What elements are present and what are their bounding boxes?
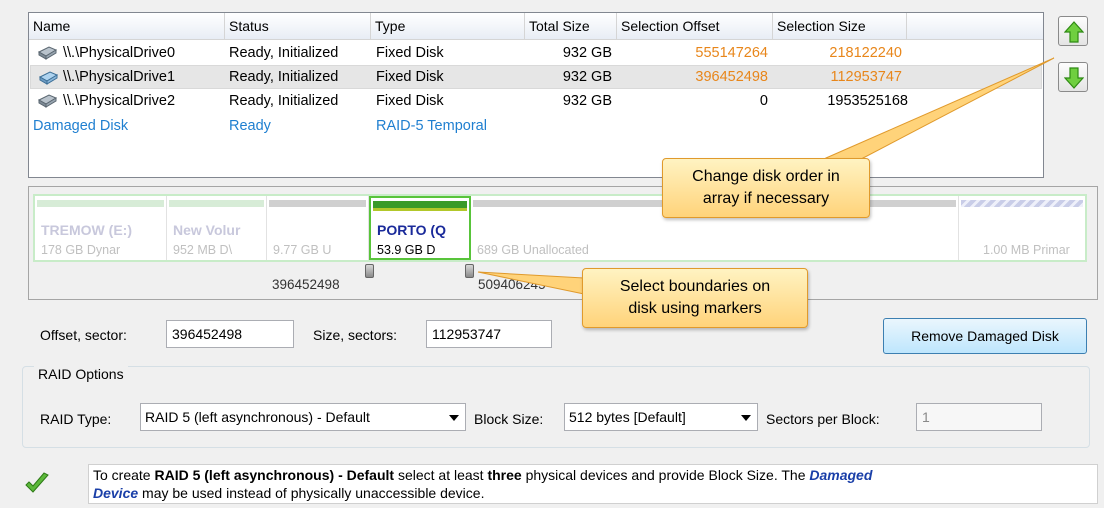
block-size-value: 512 bytes [Default] — [569, 409, 686, 425]
info-damaged-device: Device — [93, 485, 139, 501]
size-label: Size, sectors: — [313, 327, 398, 343]
info-text: To create — [93, 467, 155, 483]
boundaries-callout: Select boundaries on disk using markers — [582, 268, 808, 328]
callout-line: disk using markers — [628, 300, 762, 317]
check-icon — [25, 472, 49, 493]
info-text: physical devices and provide Block Size.… — [521, 467, 810, 483]
callout-line: array if necessary — [702, 190, 830, 207]
raid-options-title: RAID Options — [34, 366, 128, 382]
raid-type-label: RAID Type: — [40, 411, 112, 427]
info-text: select at least — [394, 467, 488, 483]
sectors-per-block-label: Sectors per Block: — [766, 411, 880, 427]
chevron-down-icon — [449, 415, 459, 421]
callout-line: Select boundaries on — [619, 278, 771, 295]
raid-type-select[interactable]: RAID 5 (left asynchronous) - Default — [140, 403, 466, 431]
sectors-per-block-input[interactable]: 1 — [916, 403, 1042, 431]
remove-damaged-disk-button[interactable]: Remove Damaged Disk — [883, 318, 1087, 354]
info-damaged-device: Damaged — [809, 467, 873, 483]
offset-input[interactable]: 396452498 — [166, 320, 294, 348]
callout-line: Change disk order in — [692, 168, 840, 185]
info-text: may be used instead of physically unacce… — [138, 485, 485, 501]
block-size-label: Block Size: — [474, 411, 544, 427]
info-message: To create RAID 5 (left asynchronous) - D… — [88, 464, 1098, 504]
offset-label: Offset, sector: — [40, 327, 127, 343]
raid-type-value: RAID 5 (left asynchronous) - Default — [145, 409, 370, 425]
chevron-down-icon — [741, 415, 751, 421]
info-raid-name: RAID 5 (left asynchronous) - Default — [154, 467, 395, 483]
size-input[interactable]: 112953747 — [426, 320, 552, 348]
info-count: three — [487, 467, 522, 483]
disk-order-callout: Change disk order in array if necessary — [662, 158, 870, 218]
block-size-select[interactable]: 512 bytes [Default] — [564, 403, 758, 431]
